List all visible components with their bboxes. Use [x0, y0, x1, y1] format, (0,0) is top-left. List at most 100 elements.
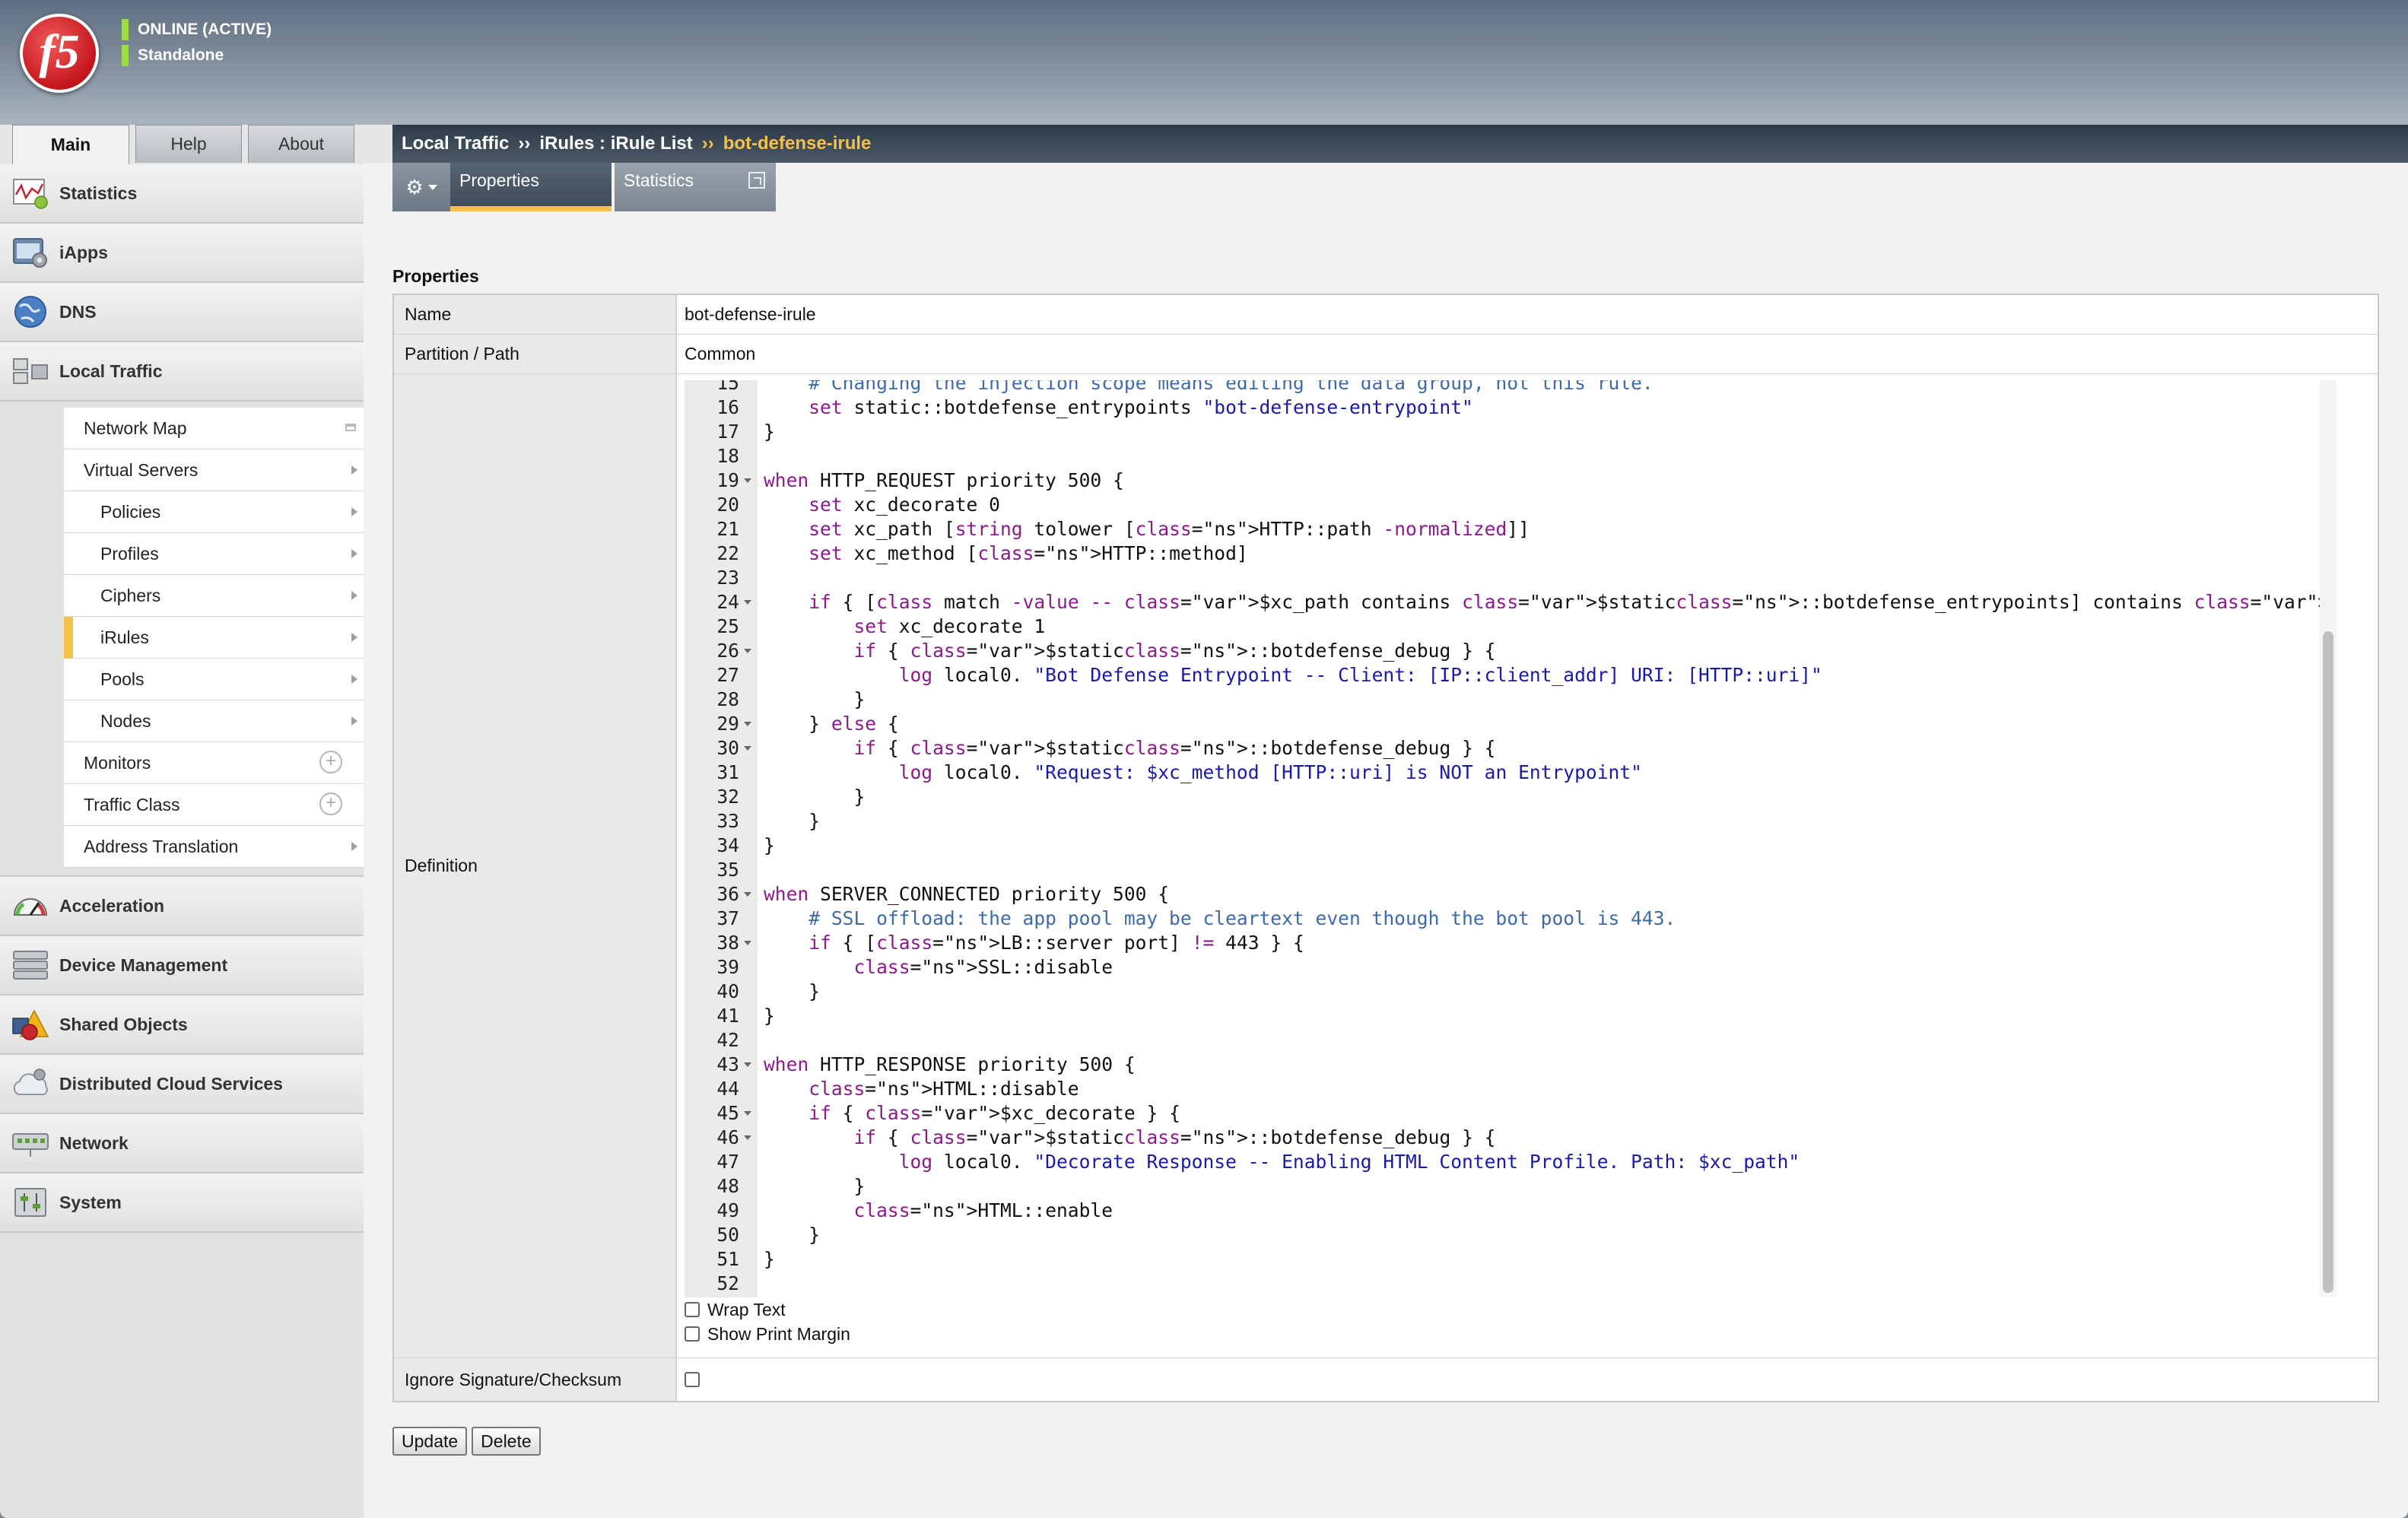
code-line[interactable]: 47 log local0. "Decorate Response -- Ena… — [685, 1150, 2327, 1174]
code-line[interactable]: 37 # SSL offload: the app pool may be cl… — [685, 907, 2327, 931]
print-margin-checkbox[interactable] — [685, 1326, 700, 1342]
code-line[interactable]: 32 } — [685, 785, 2327, 809]
settings-menu[interactable]: ⚙ — [392, 163, 450, 211]
code-line[interactable]: 22 set xc_method [class="ns">HTTP::metho… — [685, 541, 2327, 566]
code-line[interactable]: 34} — [685, 834, 2327, 858]
editor-scrollbar[interactable] — [2320, 380, 2337, 1297]
code-editor[interactable]: 15 # Changing the injection scope means … — [685, 380, 2337, 1297]
fold-toggle-icon[interactable] — [744, 478, 751, 483]
popout-icon[interactable] — [345, 424, 356, 431]
nav-system[interactable]: System — [0, 1173, 364, 1233]
breadcrumb-irule-list[interactable]: iRules : iRule List — [539, 133, 692, 154]
sidebar-item-network-map[interactable]: Network Map — [64, 408, 364, 449]
nav-shared-objects[interactable]: Shared Objects — [0, 996, 364, 1055]
wrap-text-checkbox[interactable] — [685, 1302, 700, 1317]
code-text: class="ns">HTML::disable — [808, 1078, 1079, 1100]
device-icon — [11, 948, 50, 983]
code-line[interactable]: 18 — [685, 444, 2327, 468]
sidebar-item-monitors[interactable]: Monitors + — [64, 742, 364, 784]
nav-statistics[interactable]: Statistics — [0, 164, 364, 224]
sidebar-item-nodes[interactable]: Nodes — [64, 700, 364, 742]
sidebar-item-ciphers[interactable]: Ciphers — [64, 575, 364, 617]
code-line[interactable]: 25 set xc_decorate 1 — [685, 615, 2327, 639]
sidebar-item-profiles[interactable]: Profiles — [64, 533, 364, 575]
fold-toggle-icon[interactable] — [744, 746, 751, 751]
ignore-signature-checkbox[interactable] — [685, 1372, 700, 1387]
sidebar-item-traffic-class[interactable]: Traffic Class + — [64, 784, 364, 826]
code-line[interactable]: 45 if { class="var">$xc_decorate } { — [685, 1101, 2327, 1126]
code-line[interactable]: 38 if { [class="ns">LB::server port] != … — [685, 931, 2327, 955]
code-line[interactable]: 48 } — [685, 1174, 2327, 1199]
fold-toggle-icon[interactable] — [744, 722, 751, 726]
fold-toggle-icon[interactable] — [744, 1062, 751, 1067]
editor-scrollbar-thumb[interactable] — [2323, 631, 2333, 1293]
wrap-text-option[interactable]: Wrap Text — [685, 1297, 2378, 1322]
update-button[interactable]: Update — [392, 1427, 468, 1456]
code-line[interactable]: 30 if { class="var">$staticclass="ns">::… — [685, 736, 2327, 761]
name-label: Name — [394, 295, 677, 334]
code-line[interactable]: 24 if { [class match -value -- class="va… — [685, 590, 2337, 615]
code-line[interactable]: 36 when SERVER_CONNECTED priority 500 { — [685, 882, 2327, 907]
nav-device-management[interactable]: Device Management — [0, 936, 364, 996]
code-line[interactable]: 41} — [685, 1004, 2327, 1028]
code-line[interactable]: 21 set xc_path [string tolower [class="n… — [685, 517, 2327, 541]
code-line[interactable]: 49 class="ns">HTML::enable — [685, 1199, 2327, 1223]
sidebar-item-address-translation[interactable]: Address Translation — [64, 826, 364, 868]
add-traffic-class-plus-icon[interactable]: + — [319, 792, 342, 815]
nav-system-label: System — [59, 1192, 122, 1212]
code-line[interactable]: 16 set static::botdefense_entrypoints "b… — [685, 395, 2327, 420]
code-line[interactable]: 33 } — [685, 809, 2327, 834]
code-line[interactable]: 28 } — [685, 688, 2327, 712]
fold-toggle-icon[interactable] — [744, 1111, 751, 1116]
code-line[interactable]: 31 log local0. "Request: $xc_method [HTT… — [685, 761, 2327, 785]
code-line[interactable]: 43 when HTTP_RESPONSE priority 500 { — [685, 1053, 2327, 1077]
nav-iapps[interactable]: iApps — [0, 224, 364, 283]
code-line[interactable]: 42 — [685, 1028, 2327, 1053]
code-line[interactable]: 35 — [685, 858, 2327, 882]
f5-logo[interactable]: f5 — [20, 14, 99, 93]
tab-main[interactable]: Main — [12, 125, 129, 164]
tab-properties[interactable]: Properties — [450, 163, 612, 211]
nav-distributed-cloud-services[interactable]: Distributed Cloud Services — [0, 1055, 364, 1114]
print-margin-option[interactable]: Show Print Margin — [685, 1322, 2378, 1346]
code-line[interactable]: 20 set xc_decorate 0 — [685, 493, 2327, 517]
code-line[interactable]: 27 log local0. "Bot Defense Entrypoint -… — [685, 663, 2327, 688]
code-line[interactable]: 26 if { class="var">$staticclass="ns">::… — [685, 639, 2327, 663]
fold-toggle-icon[interactable] — [744, 941, 751, 945]
code-line[interactable]: 19 when HTTP_REQUEST priority 500 { — [685, 468, 2327, 493]
tab-about[interactable]: About — [248, 125, 354, 163]
sidebar-item-virtual-servers[interactable]: Virtual Servers — [64, 449, 364, 491]
sidebar-item-irules[interactable]: iRules — [64, 617, 364, 659]
code-line[interactable]: 44 class="ns">HTML::disable — [685, 1077, 2327, 1101]
tab-help[interactable]: Help — [135, 125, 242, 163]
nav-dns[interactable]: DNS — [0, 283, 364, 342]
code-line[interactable]: 15 # Changing the injection scope means … — [685, 380, 2327, 395]
line-number: 39 — [716, 956, 739, 978]
breadcrumb-local-traffic[interactable]: Local Traffic — [402, 133, 509, 154]
code-view[interactable]: 15 # Changing the injection scope means … — [685, 380, 2337, 1296]
fold-toggle-icon[interactable] — [744, 600, 751, 605]
code-line[interactable]: 40 } — [685, 980, 2327, 1004]
code-line[interactable]: 29 } else { — [685, 712, 2327, 736]
nav-acceleration[interactable]: Acceleration — [0, 877, 364, 936]
tab-statistics[interactable]: Statistics — [615, 163, 776, 211]
fold-toggle-icon[interactable] — [744, 1135, 751, 1140]
code-line[interactable]: 46 if { class="var">$staticclass="ns">::… — [685, 1126, 2327, 1150]
nav-network[interactable]: Network — [0, 1114, 364, 1173]
code-line[interactable]: 51} — [685, 1247, 2327, 1272]
add-monitor-plus-icon[interactable]: + — [319, 751, 342, 773]
sidebar-item-policies[interactable]: Policies — [64, 491, 364, 533]
code-text: when SERVER_CONNECTED priority 500 { — [764, 883, 1170, 905]
external-link-icon[interactable] — [748, 172, 765, 189]
code-line[interactable]: 52 — [685, 1272, 2327, 1296]
delete-button[interactable]: Delete — [472, 1427, 541, 1456]
code-line[interactable]: 39 class="ns">SSL::disable — [685, 955, 2327, 980]
sidebar-item-pools[interactable]: Pools — [64, 659, 364, 700]
fold-toggle-icon[interactable] — [744, 649, 751, 653]
code-line[interactable]: 23 — [685, 566, 2327, 590]
fold-toggle-icon[interactable] — [744, 892, 751, 897]
header-banner: f5 ONLINE (ACTIVE) Standalone — [0, 0, 2408, 125]
nav-local-traffic[interactable]: Local Traffic — [0, 342, 364, 402]
code-line[interactable]: 17} — [685, 420, 2327, 444]
code-line[interactable]: 50 } — [685, 1223, 2327, 1247]
